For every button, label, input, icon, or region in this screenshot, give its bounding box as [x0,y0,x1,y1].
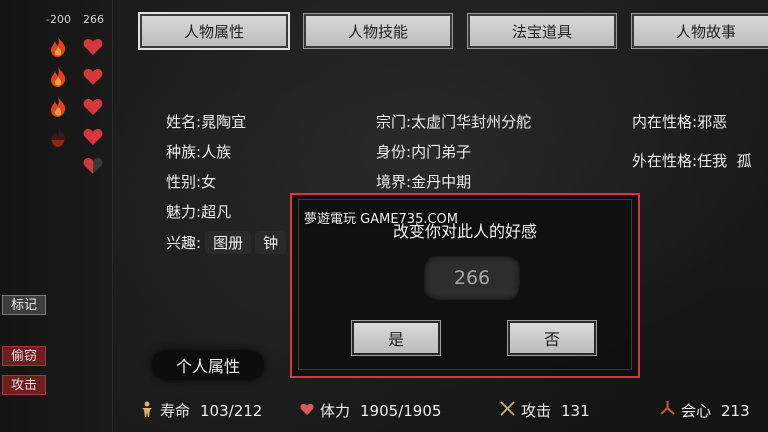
tab-character-story[interactable]: 人物故事 [631,13,768,49]
stat-crit: 会心 213 [660,400,750,421]
field-realm-value: 金丹中期 [411,173,472,191]
stat-attack-label: 攻击 [521,402,552,420]
stat-stamina-value: 1905/1905 [360,401,442,420]
game-screen: -200 266 标记 偷窃 攻击 人物属性 人物技能 法宝道具 人物故事 姓名… [0,0,768,432]
field-outer-personality-value: 任我 [697,152,728,170]
person-icon [140,401,154,421]
field-sect-value: 太虚门华封州分舵 [411,113,532,131]
field-sect: 宗门:太虚门华封州分舵 [376,111,531,132]
left-status-bar [0,0,113,432]
field-gender-value: 女 [201,173,217,191]
field-gender-label: 性别: [166,173,202,191]
field-charm-label: 魅力: [166,203,202,221]
field-outer-personality-extra: 孤 [736,152,752,170]
left-value: -200 [46,13,71,26]
field-inner-personality-label: 内在性格: [632,113,698,131]
field-charm: 魅力:超凡 [166,201,231,222]
field-identity: 身份:内门弟子 [376,141,471,162]
attack-button[interactable]: 攻击 [2,375,47,395]
no-button[interactable]: 否 [507,320,597,356]
dialog-title: 改变你对此人的好感 [392,222,537,241]
field-hobby-label: 兴趣: [166,234,202,252]
yes-button[interactable]: 是 [351,320,441,356]
heart-icon [82,126,104,148]
field-name-label: 姓名: [166,113,202,131]
field-outer-personality-label: 外在性格: [632,152,698,170]
stat-crit-value: 213 [721,401,750,420]
heart-icon [82,36,104,58]
flame-icon [47,96,69,118]
stat-lifespan: 寿命 103/212 [140,400,262,421]
field-outer-personality: 外在性格:任我 孤 [632,150,752,171]
tab-character-skills[interactable]: 人物技能 [303,13,453,49]
crit-burst-icon [660,401,675,420]
heart-icon [300,402,314,420]
field-hobby: 兴趣: 图册钟 [166,231,287,254]
stat-stamina: 体力 1905/1905 [300,400,441,421]
field-charm-value: 超凡 [201,203,232,221]
field-sect-label: 宗门: [376,113,412,131]
field-name-value: 晁陶宜 [201,113,247,131]
field-identity-value: 内门弟子 [411,143,472,161]
section-header-personal-attributes: 个人属性 [152,350,264,380]
field-inner-personality-value: 邪恶 [697,113,728,131]
field-race: 种族:人族 [166,141,231,162]
field-gender: 性别:女 [166,171,216,192]
flame-icon [47,66,69,88]
field-name: 姓名:晁陶宜 [166,111,246,132]
hobby-chip: 图册 [205,231,252,254]
heart-icon [82,96,104,118]
stat-lifespan-label: 寿命 [160,402,191,420]
field-realm: 境界:金丹中期 [376,171,471,192]
tab-character-attributes[interactable]: 人物属性 [138,12,290,50]
field-inner-personality: 内在性格:邪恶 [632,111,727,132]
crossed-swords-icon [500,401,515,420]
heart-icon [82,66,104,88]
stat-crit-label: 会心 [681,402,712,420]
flame-icon-dim [47,126,69,148]
hobby-chip-extra: 钟 [255,231,287,254]
field-realm-label: 境界: [376,173,412,191]
favorability-dialog: 夢遊電玩 GAME735.COM 改变你对此人的好感 266 是 否 [290,193,640,378]
stat-lifespan-value: 103/212 [200,401,263,420]
stat-attack-value: 131 [561,401,590,420]
steal-button[interactable]: 偷窃 [2,346,47,366]
stat-attack: 攻击 131 [500,400,590,421]
right-value: 266 [83,13,104,26]
field-race-value: 人族 [201,143,232,161]
mark-button[interactable]: 标记 [2,295,47,315]
field-identity-label: 身份: [376,143,412,161]
flame-icon [47,36,69,58]
favorability-value-input[interactable]: 266 [424,256,520,300]
tab-treasures-items[interactable]: 法宝道具 [467,13,617,49]
stat-stamina-label: 体力 [320,402,351,420]
heart-half-icon [82,155,104,177]
field-race-label: 种族: [166,143,202,161]
